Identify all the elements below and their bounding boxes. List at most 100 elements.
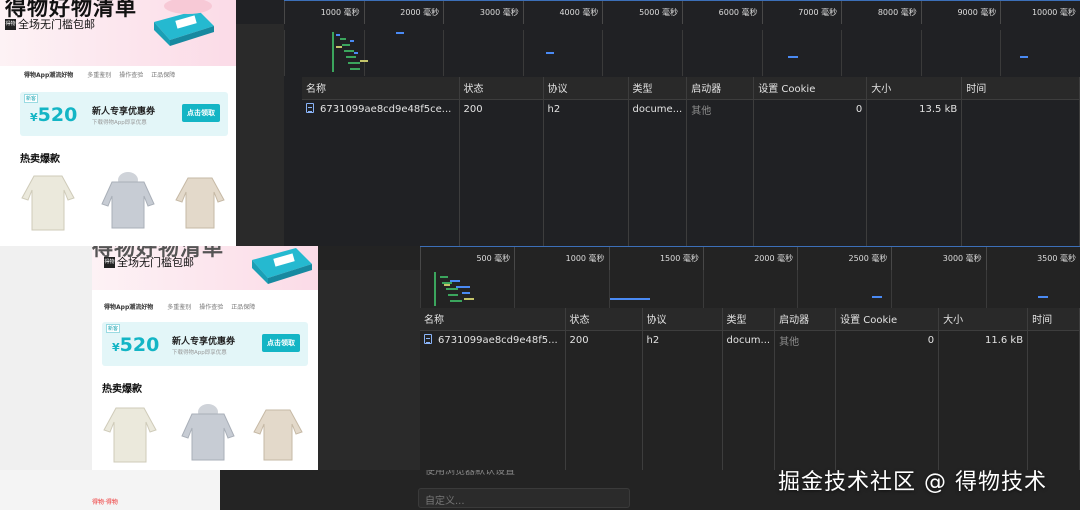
col-protocol[interactable]: 协议: [543, 77, 629, 100]
phone-preview-bottom: 得物好物清单 得物 全场无门槛包邮 得物App潮流好物 多重鉴别 操作查验 正品保…: [92, 246, 318, 470]
hot-section-title: 热卖爆款: [20, 154, 60, 165]
coupon-amount: ¥520: [112, 334, 160, 356]
ruler-tick: 9000 毫秒: [920, 1, 1001, 24]
col-size[interactable]: 大小: [866, 77, 963, 100]
gift-box-icon: [154, 0, 214, 46]
request-name-cell[interactable]: 6731099ae8cd9e48f5ce...: [302, 99, 460, 119]
request-table-top: 名称 状态 协议 类型 启动器 设置 Cookie 大小 时间 6731099a…: [302, 77, 1080, 246]
custom-select[interactable]: 自定义...: [418, 488, 630, 508]
banner-subtitle: 得物 全场无门槛包邮: [5, 16, 95, 32]
request-table-bottom: 名称 状态 协议 类型 启动器 设置 Cookie 大小 时间 6731099a…: [420, 308, 1080, 470]
trust-item-2: 操作查验: [199, 304, 224, 311]
document-icon: [424, 334, 432, 345]
col-status[interactable]: 状态: [565, 308, 643, 331]
ruler-tick: 1000 毫秒: [284, 1, 364, 24]
initiator-cell: 其他: [774, 330, 837, 350]
status-cell: 200: [565, 330, 643, 350]
cookie-cell: 0: [835, 330, 940, 350]
phone-preview-top: 得物好物清单 得物 全场无门槛包邮 得物App潮流好物 多重鉴别 操作查验 正品保…: [0, 0, 236, 246]
col-type[interactable]: 类型: [628, 77, 688, 100]
trust-item-1: 多重鉴别: [167, 304, 192, 311]
ruler-tick: 3000 毫秒: [443, 1, 523, 24]
coupon-amount: ¥520: [30, 104, 78, 126]
dewu-logo-icon: 得物: [5, 18, 16, 30]
product-jacket-icon: [21, 175, 75, 231]
dewu-logo-icon: 得物: [104, 256, 115, 268]
initiator-cell: 其他: [686, 99, 755, 119]
col-time[interactable]: 时间: [961, 77, 1080, 100]
time-cell: [961, 99, 1080, 119]
underlying-pink-text: 得物·得物: [92, 499, 118, 506]
coupon-tag: 新客: [106, 324, 121, 333]
ruler-tick: 7000 毫秒: [761, 1, 842, 24]
ruler-tick: 6000 毫秒: [681, 1, 762, 24]
trust-brand: 得物App潮流好物: [24, 72, 74, 79]
coupon-title: 新人专享优惠券: [172, 337, 236, 347]
ruler-tick: 2000 毫秒: [363, 1, 444, 24]
product-coat-icon: [175, 177, 225, 229]
coupon-title: 新人专享优惠券: [92, 107, 156, 117]
request-name-cell[interactable]: 6731099ae8cd9e48f5...: [420, 330, 566, 350]
coupon-desc: 下载得物App即享优惠: [92, 120, 147, 126]
hot-section-title: 热卖爆款: [102, 384, 142, 395]
devtools-network-bottom: 500 毫秒 1000 毫秒 1500 毫秒 2000 毫秒 2500 毫秒 3…: [318, 246, 1080, 470]
col-size[interactable]: 大小: [938, 308, 1029, 331]
col-set-cookie[interactable]: 设置 Cookie: [753, 77, 868, 100]
product-hoodie-icon: [101, 172, 155, 229]
table-row[interactable]: 6731099ae8cd9e48f5ce... 200 h2 docume...…: [302, 99, 1080, 119]
col-status[interactable]: 状态: [459, 77, 544, 100]
cookie-cell: 0: [753, 99, 868, 119]
product-hoodie-icon: [181, 404, 235, 461]
protocol-cell: h2: [642, 330, 723, 350]
ruler-tick: 2500 毫秒: [797, 247, 891, 270]
trust-item-2: 操作查验: [119, 72, 144, 79]
protocol-cell: h2: [543, 99, 629, 119]
coupon-tag: 新客: [24, 94, 39, 103]
col-name[interactable]: 名称: [302, 77, 460, 100]
size-cell: 13.5 kB: [866, 99, 963, 119]
col-time[interactable]: 时间: [1027, 308, 1080, 331]
ruler-tick: 2000 毫秒: [702, 247, 797, 270]
ruler-tick: 1000 毫秒: [514, 247, 608, 270]
coupon-claim-button[interactable]: 点击领取: [262, 334, 300, 352]
banner-subtitle: 得物 全场无门槛包邮: [104, 254, 194, 270]
status-cell: 200: [459, 99, 544, 119]
col-type[interactable]: 类型: [722, 308, 776, 331]
devtools-side-strip: [318, 270, 420, 470]
timeline-ruler: 500 毫秒 1000 毫秒 1500 毫秒 2000 毫秒 2500 毫秒 3…: [420, 246, 1080, 270]
trust-brand: 得物App潮流好物: [104, 304, 154, 311]
devtools-network-top: 1000 毫秒 2000 毫秒 3000 毫秒 4000 毫秒 5000 毫秒 …: [236, 0, 1080, 246]
banner-subtitle-text: 全场无门槛包邮: [18, 18, 95, 31]
ruler-tick: 5000 毫秒: [602, 1, 682, 24]
gift-box-icon: [252, 248, 312, 284]
type-cell: docum...: [722, 330, 776, 350]
coupon-claim-button[interactable]: 点击领取: [182, 104, 220, 122]
document-icon: [306, 103, 314, 114]
table-row[interactable]: 6731099ae8cd9e48f5... 200 h2 docum... 其他…: [420, 330, 1080, 350]
table-header-row: 名称 状态 协议 类型 启动器 设置 Cookie 大小 时间: [420, 308, 1080, 331]
time-cell: [1027, 330, 1080, 350]
trust-item-3: 正品保障: [151, 72, 176, 79]
size-cell: 11.6 kB: [938, 330, 1029, 350]
ruler-tick: 8000 毫秒: [841, 1, 921, 24]
col-protocol[interactable]: 协议: [642, 308, 723, 331]
table-header-row: 名称 状态 协议 类型 启动器 设置 Cookie 大小 时间: [302, 77, 1080, 100]
ruler-tick: 500 毫秒: [420, 247, 514, 270]
col-set-cookie[interactable]: 设置 Cookie: [835, 308, 940, 331]
waterfall-bars: [332, 32, 1028, 72]
waterfall-bars: [434, 272, 1048, 306]
type-cell: docume...: [628, 99, 688, 119]
trust-bar: 得物App潮流好物 多重鉴别 操作查验 正品保障: [24, 70, 236, 79]
new-user-coupon: 新客 ¥520 新人专享优惠券 下载得物App即享优惠 点击领取: [102, 322, 308, 366]
ruler-tick: 3500 毫秒: [985, 247, 1080, 270]
product-jacket-icon: [103, 407, 157, 463]
col-name[interactable]: 名称: [420, 308, 566, 331]
watermark: 掘金技术社区 @ 得物技术: [778, 470, 1047, 495]
ruler-tick: 4000 毫秒: [522, 1, 603, 24]
trust-item-1: 多重鉴别: [87, 72, 112, 79]
timeline-ruler: 1000 毫秒 2000 毫秒 3000 毫秒 4000 毫秒 5000 毫秒 …: [284, 0, 1080, 24]
col-initiator[interactable]: 启动器: [774, 308, 837, 331]
col-initiator[interactable]: 启动器: [686, 77, 755, 100]
coupon-desc: 下载得物App即享优惠: [172, 350, 227, 356]
devtools-side-strip: [236, 24, 284, 246]
